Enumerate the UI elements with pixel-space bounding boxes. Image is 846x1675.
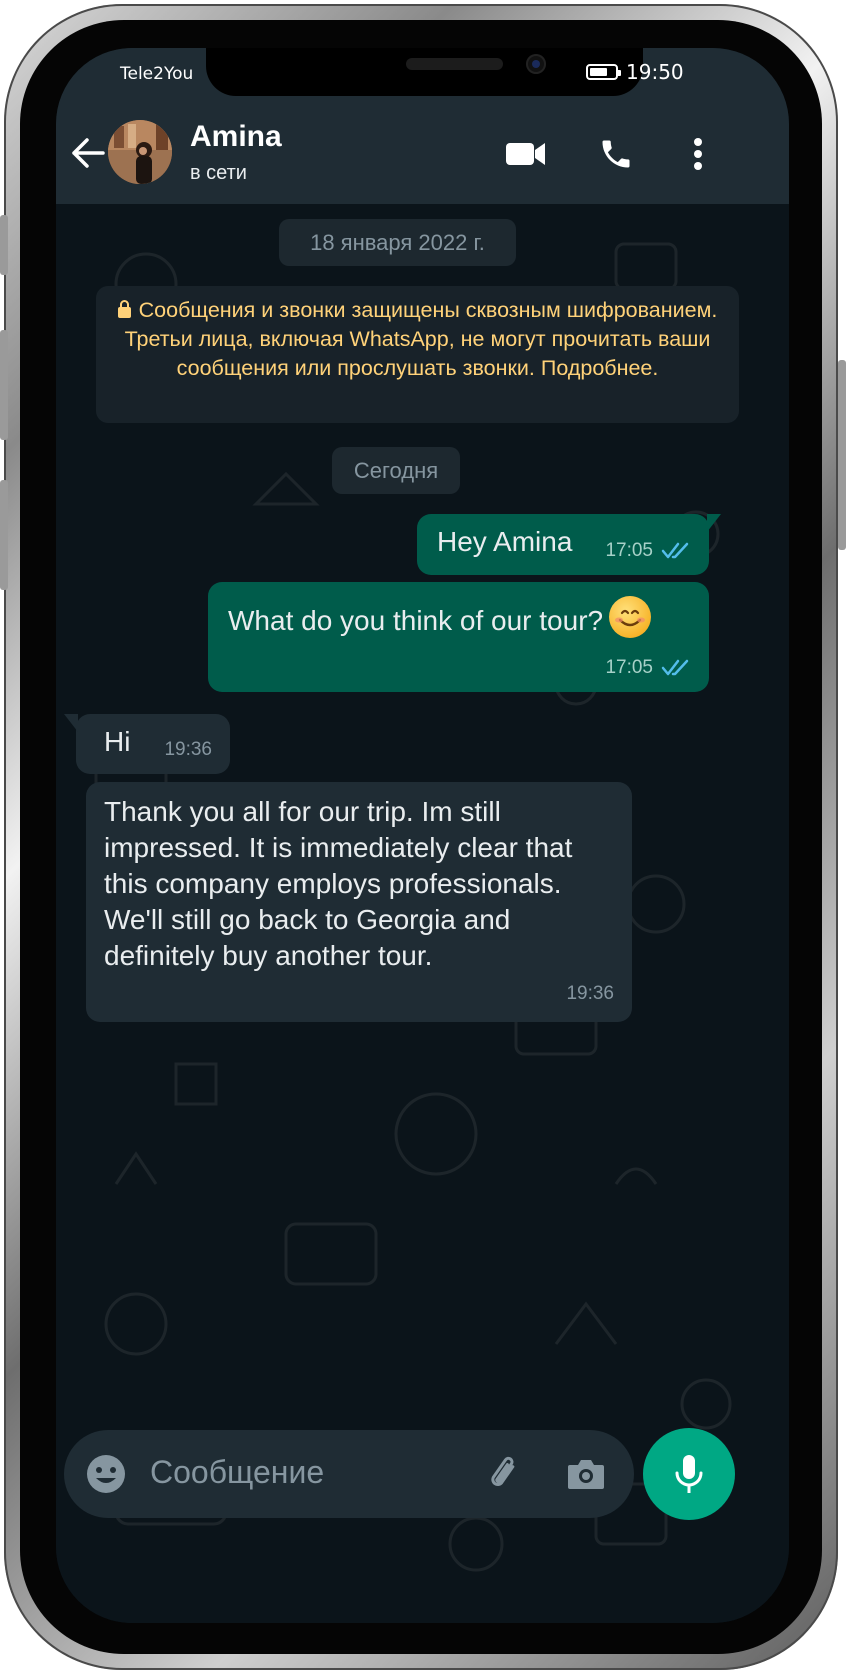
message-bubble-outgoing[interactable]: Hey Amina 17:05 <box>417 514 721 575</box>
message-input[interactable]: Сообщение <box>150 1454 324 1491</box>
contact-status: в сети <box>190 162 247 184</box>
date-pill: 18 января 2022 г. <box>279 219 516 266</box>
chat-header: Amina в сети <box>56 106 789 204</box>
side-button-lower <box>0 480 8 590</box>
message-text: Thank you all for our trip. Im still imp… <box>104 796 573 971</box>
lock-icon <box>117 300 131 318</box>
attach-button[interactable] <box>482 1450 530 1498</box>
encryption-notice[interactable]: Сообщения и звонки защищены сквозным шиф… <box>96 286 739 423</box>
message-text: Hey Amina <box>437 526 573 557</box>
camera-button[interactable] <box>562 1450 610 1498</box>
carrier-name: Tele2You <box>120 64 194 84</box>
message-bubble-outgoing[interactable]: What do you think of our tour? 17:05 <box>208 582 709 692</box>
emoji-button[interactable] <box>82 1450 130 1498</box>
avatar[interactable] <box>108 120 172 184</box>
message-time: 17:05 <box>605 657 653 678</box>
status-bar: Tele2You 19:50 <box>56 48 789 106</box>
more-options-button[interactable] <box>674 130 722 178</box>
emoji-icon <box>87 1455 125 1493</box>
message-time: 17:05 <box>605 540 653 561</box>
voice-call-button[interactable] <box>592 130 640 178</box>
double-check-read-icon <box>661 542 689 559</box>
contact-name[interactable]: Amina <box>190 120 282 154</box>
message-text: Hi <box>104 726 131 757</box>
today-pill: Сегодня <box>332 447 460 494</box>
back-arrow-icon <box>72 138 105 168</box>
message-time: 19:36 <box>164 739 212 760</box>
more-vert-icon <box>694 138 702 170</box>
mic-icon <box>675 1455 703 1493</box>
avatar-photo <box>108 120 172 184</box>
voice-message-button[interactable] <box>643 1428 735 1520</box>
message-composer: Сообщение <box>64 1430 634 1518</box>
message-text: What do you think of our tour? <box>228 605 604 636</box>
message-bubble-incoming[interactable]: Hi 19:36 <box>64 714 230 774</box>
video-call-icon <box>506 143 545 165</box>
notch <box>206 48 643 96</box>
status-clock: 19:50 <box>626 60 684 84</box>
phone-screen: Tele2You 19:50 Amina в сети 18 января 20… <box>56 48 789 1623</box>
battery-icon <box>586 64 621 80</box>
encryption-notice-text: Сообщения и звонки защищены сквозным шиф… <box>124 298 718 380</box>
double-check-read-icon <box>661 659 689 676</box>
smiling-face-emoji <box>609 596 652 638</box>
message-bubble-incoming[interactable]: Thank you all for our trip. Im still imp… <box>86 782 632 1022</box>
message-time: 19:36 <box>566 983 614 1004</box>
video-call-button[interactable] <box>502 130 550 178</box>
power-button <box>838 360 846 550</box>
attach-icon <box>491 1456 515 1486</box>
speaker-grille <box>406 58 503 70</box>
front-camera <box>526 54 546 74</box>
volume-button-lower <box>0 330 8 440</box>
back-button[interactable] <box>66 131 110 175</box>
volume-button-upper <box>0 215 8 275</box>
phone-call-icon <box>602 140 630 168</box>
chat-area[interactable]: 18 января 2022 г. Сообщения и звонки защ… <box>56 204 789 1623</box>
camera-icon <box>568 1460 604 1489</box>
